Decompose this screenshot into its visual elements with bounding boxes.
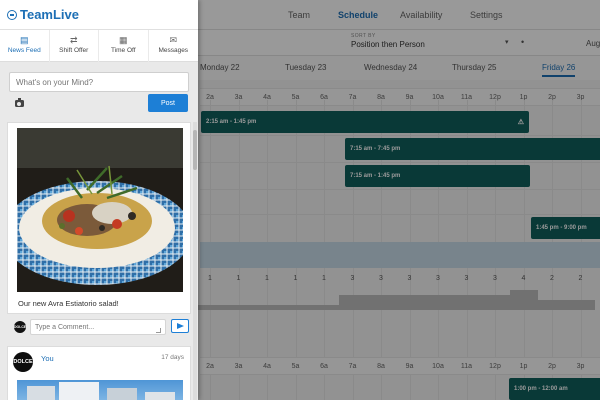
post-timestamp: 17 days xyxy=(161,354,184,361)
status-input[interactable] xyxy=(9,72,189,92)
news-feed: Our new Avra Estiatorio salad! DOLCE DOL… xyxy=(7,122,191,400)
post-caption: Our new Avra Estiatorio salad! xyxy=(18,299,119,308)
calendar-icon: ▦ xyxy=(118,35,128,45)
send-comment-button[interactable] xyxy=(171,319,189,333)
panel-tabs: ▤ News Feed ⇄ Shift Offer ▦ Time Off ✉ M… xyxy=(0,30,198,62)
post-composer: Post xyxy=(7,66,191,118)
tab-news-feed[interactable]: ▤ News Feed xyxy=(0,30,50,62)
newspaper-icon: ▤ xyxy=(19,35,29,45)
scrollbar-thumb[interactable] xyxy=(193,130,197,170)
feed-scrollbar[interactable] xyxy=(193,122,197,400)
brand-header: TeamLive xyxy=(0,0,198,30)
resize-handle-icon[interactable] xyxy=(156,328,161,333)
envelope-icon: ✉ xyxy=(169,35,178,45)
tab-shift-offer[interactable]: ⇄ Shift Offer xyxy=(50,30,99,62)
brand-name: TeamLive xyxy=(20,7,80,22)
camera-icon[interactable] xyxy=(15,98,24,107)
salad-photo xyxy=(17,128,183,292)
feed-post: DOLCE You 17 days xyxy=(7,346,191,400)
comment-input[interactable] xyxy=(30,319,166,335)
tab-time-off[interactable]: ▦ Time Off xyxy=(99,30,149,62)
comment-row: DOLCE xyxy=(7,318,191,338)
news-feed-panel: TeamLive ▤ News Feed ⇄ Shift Offer ▦ Tim… xyxy=(0,0,198,400)
avatar: DOLCE xyxy=(14,321,26,333)
post-author[interactable]: You xyxy=(41,354,54,363)
teamlive-logo-icon xyxy=(7,10,17,20)
building-photo xyxy=(17,380,183,400)
feed-post: Our new Avra Estiatorio salad! xyxy=(7,122,191,314)
tab-messages[interactable]: ✉ Messages xyxy=(149,30,199,62)
post-button[interactable]: Post xyxy=(148,94,188,112)
swap-icon: ⇄ xyxy=(69,35,78,45)
avatar[interactable]: DOLCE xyxy=(13,352,33,372)
